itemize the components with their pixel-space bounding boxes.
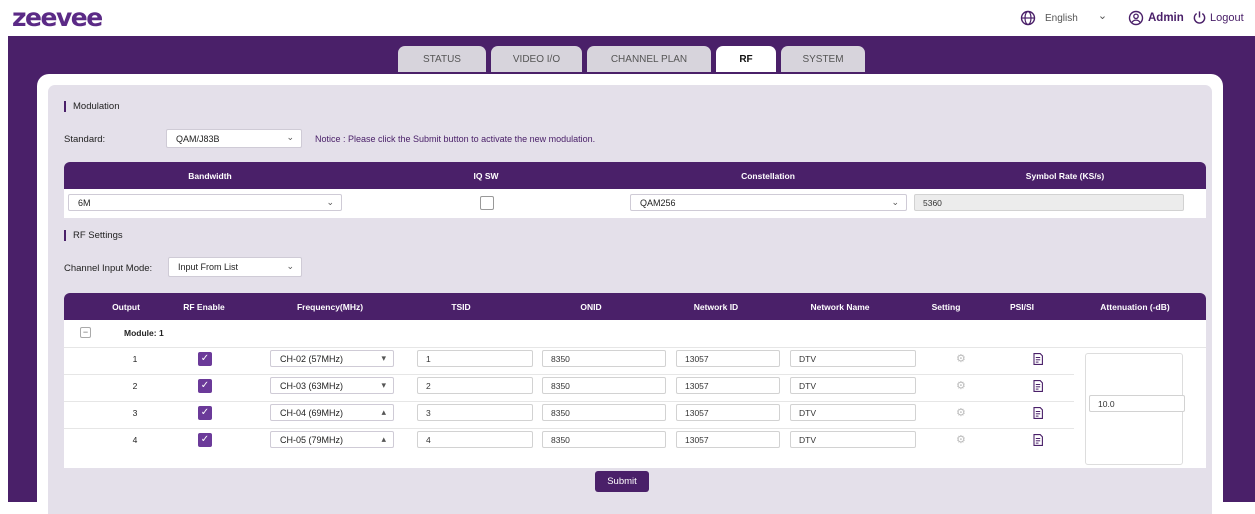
tsid-header: TSID (451, 302, 471, 312)
rf-settings-section-title: RF Settings (64, 230, 123, 241)
channel-input-mode-select[interactable]: Input From List ⌄ (168, 257, 302, 277)
attenuation-header: Attenuation (-dB) (1100, 302, 1170, 312)
network-id-field[interactable]: 13057 (676, 377, 780, 394)
symbol-rate-field[interactable]: 5360 (914, 194, 1184, 211)
iqsw-header: IQ SW (473, 171, 499, 181)
constellation-header: Constellation (741, 171, 795, 181)
caret-icon: ▾ (381, 353, 386, 363)
network-name-field[interactable]: DTV (790, 377, 916, 394)
rf-config: Modulation Standard: QAM/J83B ⌄ Notice : … (48, 85, 1212, 514)
gear-icon[interactable]: ⚙ (956, 379, 966, 392)
chevron-down-icon: ⌄ (326, 197, 334, 207)
rf-table-header: Output RF Enable Frequency(MHz) TSID ONI… (64, 293, 1206, 320)
standard-label: Standard: (64, 134, 106, 145)
chevron-down-icon: ⌄ (286, 261, 294, 271)
symbol-rate-header: Symbol Rate (KS/s) (1025, 171, 1105, 181)
main-band: STATUS VIDEO I/O CHANNEL PLAN RF SYSTEM … (8, 36, 1255, 514)
standard-select[interactable]: QAM/J83B ⌄ (166, 129, 302, 148)
tsid-field[interactable]: 4 (417, 431, 533, 448)
document-icon[interactable] (1033, 353, 1043, 365)
zeevee-logo: zeevee (12, 3, 103, 32)
power-icon (1193, 11, 1206, 24)
tab-status[interactable]: STATUS (398, 46, 486, 72)
iqsw-checkbox[interactable] (480, 196, 494, 210)
document-icon[interactable] (1033, 434, 1043, 446)
network-name-field[interactable]: DTV (790, 350, 916, 367)
frequency-select[interactable]: CH-02 (57MHz) ▾ (270, 350, 394, 367)
modulation-notice: Notice : Please click the Submit button … (315, 134, 596, 144)
onid-field[interactable]: 8350 (542, 404, 666, 421)
attenuation-field[interactable]: 10.0 (1089, 395, 1185, 412)
bandwidth-select[interactable]: 6M ⌄ (68, 194, 342, 211)
language-selector[interactable]: English ⌄ (1020, 10, 1107, 26)
tab-video-io[interactable]: VIDEO I/O (491, 46, 582, 72)
logout-label: Logout (1210, 11, 1244, 24)
tab-rf[interactable]: RF (716, 46, 776, 72)
caret-icon: ▾ (381, 380, 386, 390)
frequency-select[interactable]: CH-05 (79MHz) ▴ (270, 431, 394, 448)
output-number: 1 (132, 354, 138, 364)
caret-icon: ▴ (381, 407, 386, 417)
rf-enable-checkbox[interactable]: ✓ (198, 433, 212, 447)
rf-enable-checkbox[interactable]: ✓ (198, 379, 212, 393)
network-name-header: Network Name (810, 302, 870, 312)
chevron-down-icon: ⌄ (286, 132, 294, 142)
document-icon[interactable] (1033, 407, 1043, 419)
chevron-down-icon: ⌄ (1097, 9, 1108, 22)
attenuation-group: 10.0 (1085, 353, 1185, 465)
submit-button[interactable]: Submit (595, 471, 649, 492)
language-label: English (1045, 12, 1078, 24)
frequency-select[interactable]: CH-04 (69MHz) ▴ (270, 404, 394, 421)
output-number: 2 (132, 381, 138, 391)
onid-header: ONID (580, 302, 602, 312)
rf-table-body: − Module: 1 1 ✓ CH-02 (57MHz) ▾ 1 8350 13… (64, 320, 1206, 468)
onid-field[interactable]: 8350 (542, 431, 666, 448)
chevron-down-icon: ⌄ (891, 197, 899, 207)
content-panel: Modulation Standard: QAM/J83B ⌄ Notice : … (37, 74, 1223, 514)
channel-input-mode-label: Channel Input Mode: (64, 263, 153, 274)
output-number: 4 (132, 435, 138, 445)
tab-bar: STATUS VIDEO I/O CHANNEL PLAN RF SYSTEM (398, 46, 865, 72)
bandwidth-header: Bandwidth (188, 171, 232, 181)
output-header: Output (112, 302, 140, 312)
module-collapse-toggle[interactable]: − (80, 327, 91, 338)
output-number: 3 (132, 408, 138, 418)
user-icon (1128, 10, 1144, 26)
gear-icon[interactable]: ⚙ (956, 352, 966, 365)
psisi-header: PSI/SI (1009, 302, 1035, 312)
onid-field[interactable]: 8350 (542, 377, 666, 394)
tab-channel-plan[interactable]: CHANNEL PLAN (587, 46, 711, 72)
admin-menu[interactable]: Admin (1128, 10, 1184, 26)
tsid-field[interactable]: 3 (417, 404, 533, 421)
tsid-field[interactable]: 1 (417, 350, 533, 367)
rf-enable-header: RF Enable (183, 302, 225, 312)
document-icon[interactable] (1033, 380, 1043, 392)
top-bar: zeevee English ⌄ Admin Logout (0, 0, 1255, 36)
gear-icon[interactable]: ⚙ (956, 433, 966, 446)
network-name-field[interactable]: DTV (790, 404, 916, 421)
constellation-select[interactable]: QAM256 ⌄ (630, 194, 907, 211)
network-name-field[interactable]: DTV (790, 431, 916, 448)
rf-enable-checkbox[interactable]: ✓ (198, 406, 212, 420)
network-id-field[interactable]: 13057 (676, 350, 780, 367)
setting-header: Setting (931, 302, 961, 312)
modulation-section-title: Modulation (64, 101, 119, 112)
admin-label: Admin (1148, 12, 1184, 24)
module-label: Module: 1 (124, 328, 164, 338)
globe-icon (1020, 10, 1036, 26)
rf-enable-checkbox[interactable]: ✓ (198, 352, 212, 366)
tab-system[interactable]: SYSTEM (781, 46, 865, 72)
caret-icon: ▴ (381, 434, 386, 444)
tsid-field[interactable]: 2 (417, 377, 533, 394)
network-id-field[interactable]: 13057 (676, 404, 780, 421)
modulation-row: 6M ⌄ QAM256 ⌄ 5360 (64, 189, 1206, 218)
modulation-table-header: Bandwidth IQ SW Constellation Symbol Rat… (64, 162, 1206, 189)
network-id-field[interactable]: 13057 (676, 431, 780, 448)
logout-button[interactable]: Logout (1192, 10, 1244, 25)
network-id-header: Network ID (693, 302, 739, 312)
onid-field[interactable]: 8350 (542, 350, 666, 367)
frequency-header: Frequency(MHz) (296, 302, 364, 312)
frequency-select[interactable]: CH-03 (63MHz) ▾ (270, 377, 394, 394)
gear-icon[interactable]: ⚙ (956, 406, 966, 419)
